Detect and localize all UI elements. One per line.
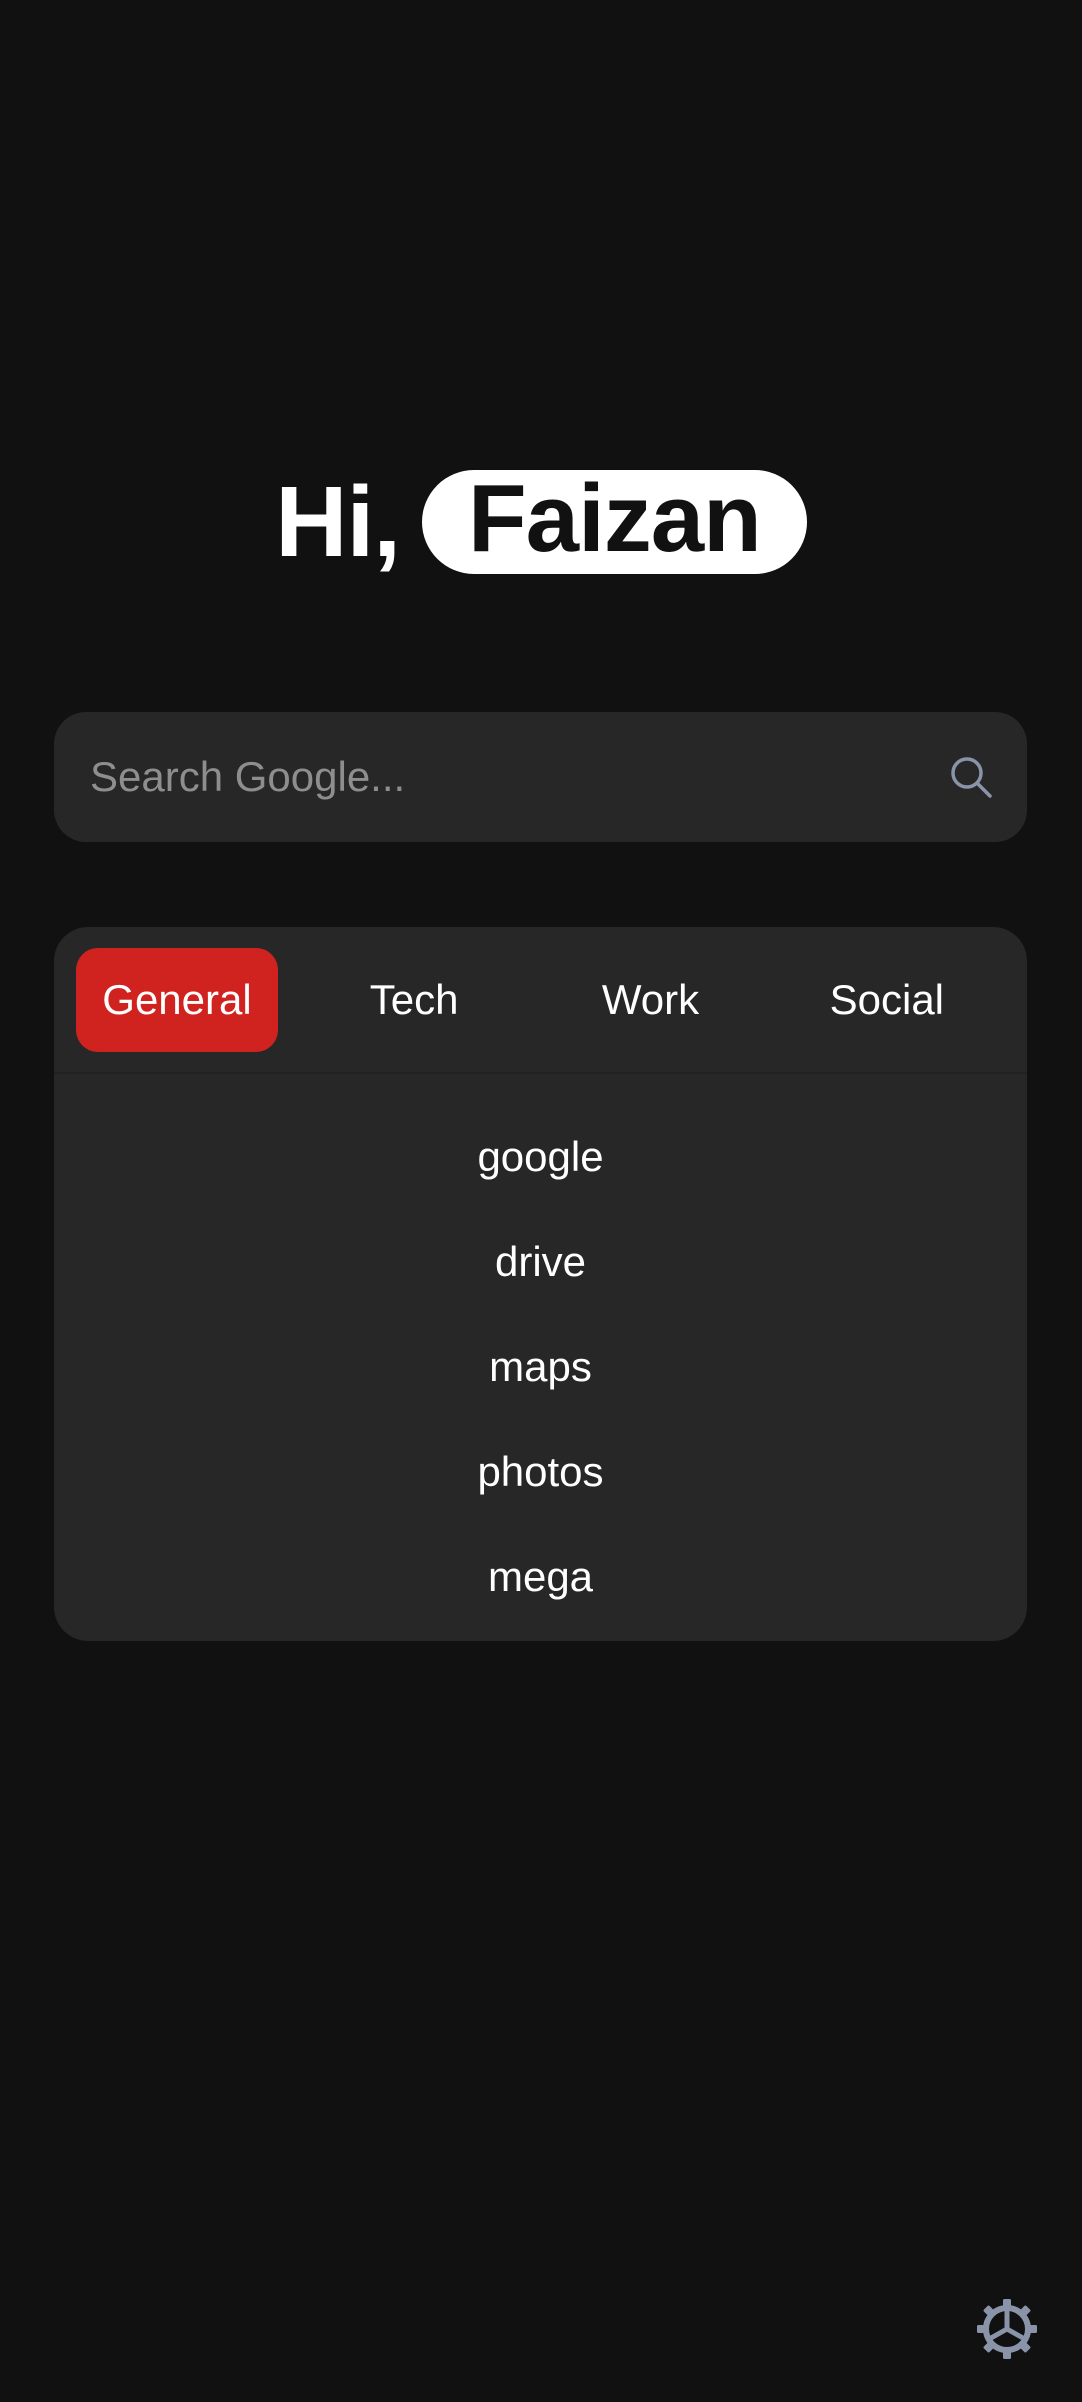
link-photos[interactable]: photos [477,1419,603,1524]
tab-tech[interactable]: Tech [296,948,532,1052]
link-google[interactable]: google [477,1104,603,1209]
settings-button[interactable] [976,2298,1038,2360]
search-bar [54,712,1027,842]
link-mega[interactable]: mega [488,1524,593,1629]
link-list: google drive maps photos mega [54,1074,1027,1629]
start-page: Hi, Faizan General Tech Work Social goog… [0,0,1082,2402]
search-icon[interactable] [947,753,995,801]
bookmarks-card: General Tech Work Social google drive ma… [54,927,1027,1641]
link-maps[interactable]: maps [489,1314,592,1419]
gear-icon [977,2299,1037,2359]
tab-general[interactable]: General [76,947,278,1052]
tab-social[interactable]: Social [769,948,1005,1052]
greeting: Hi, Faizan [0,470,1082,574]
category-tabs: General Tech Work Social [54,927,1027,1074]
user-name: Faizan [468,465,762,572]
search-input[interactable] [88,752,947,802]
greeting-prefix: Hi, [275,466,401,578]
tab-work[interactable]: Work [532,948,768,1052]
user-name-badge: Faizan [422,470,807,574]
link-drive[interactable]: drive [495,1209,586,1314]
